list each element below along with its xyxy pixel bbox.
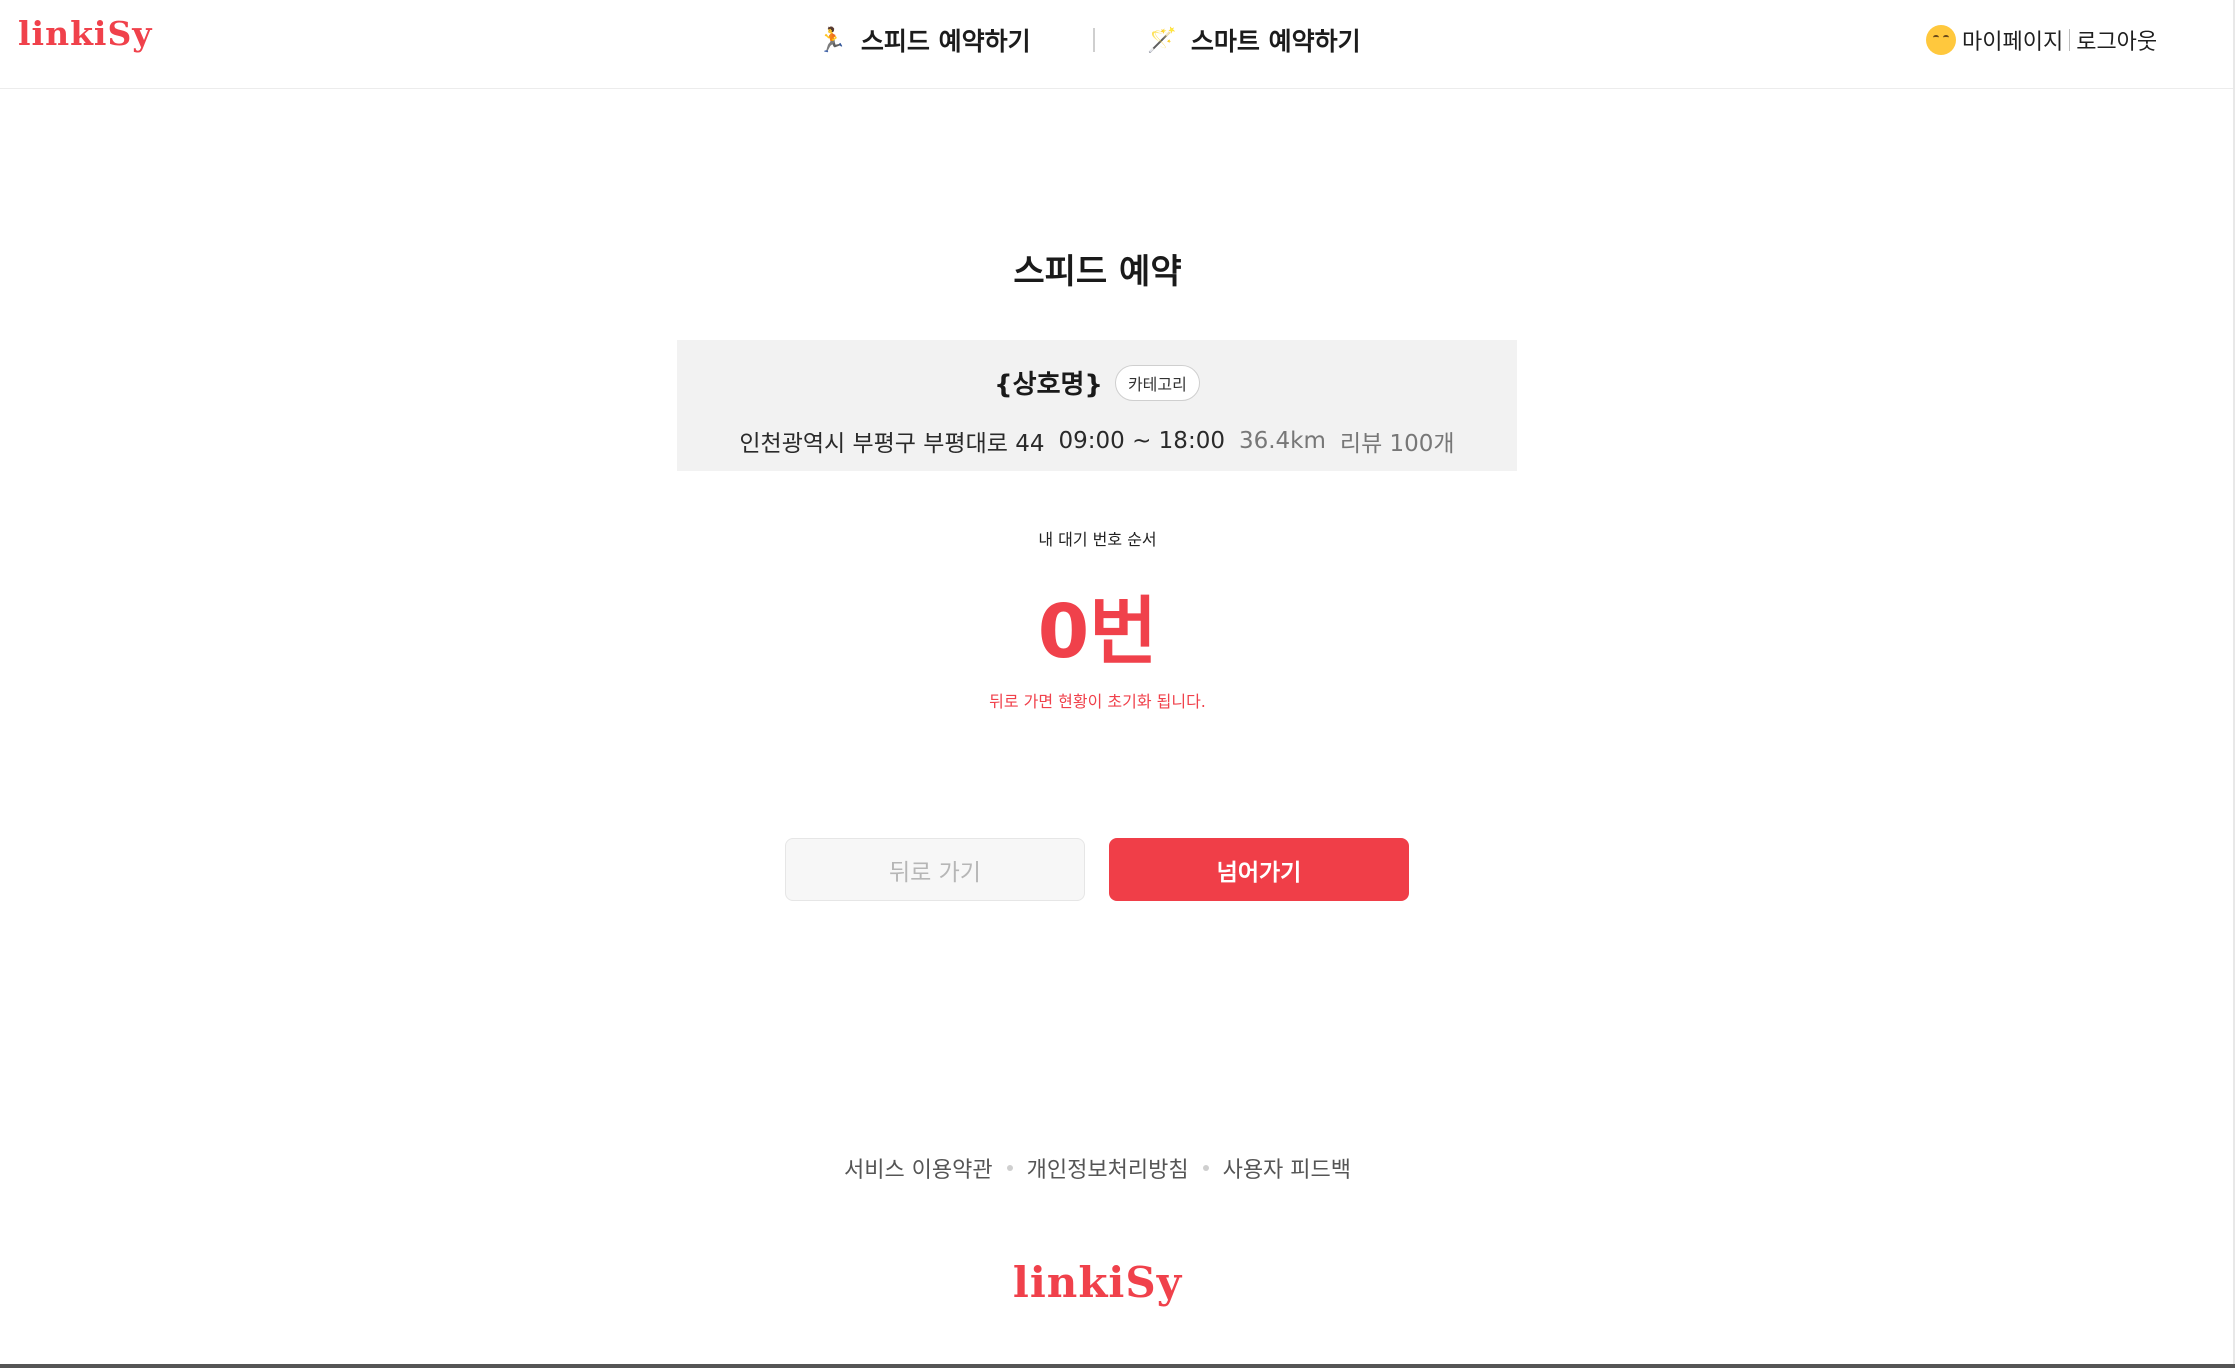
page-title: 스피드 예약 (1013, 252, 1182, 292)
store-name-row: {상호명} 카테고리 (677, 364, 1517, 401)
nav-smart-booking-label: 스마트 예약하기 (1190, 27, 1361, 56)
nav-smart-booking[interactable]: 🪄 스마트 예약하기 (1147, 22, 1361, 58)
user-menu-divider (2069, 29, 2071, 51)
running-person-icon: 🏃 (817, 26, 847, 54)
wait-order-number: 0번 (1037, 589, 1158, 675)
nav-divider (1093, 28, 1095, 52)
back-button[interactable]: 뒤로 가기 (785, 838, 1085, 901)
category-badge: 카테고리 (1114, 364, 1200, 401)
user-menu: 마이페이지 로그아웃 (1926, 22, 2157, 58)
footer-separator-dot (1006, 1165, 1013, 1171)
store-hours: 09:00 ~ 18:00 (1058, 428, 1225, 454)
hugging-face-icon (1926, 25, 1956, 55)
magic-wand-icon: 🪄 (1147, 26, 1177, 54)
logout-link[interactable]: 로그아웃 (2076, 24, 2157, 56)
footer-logo: linkiSy (1012, 1258, 1183, 1307)
next-button[interactable]: 넘어가기 (1109, 838, 1409, 901)
footer-separator-dot (1202, 1165, 1209, 1171)
brand-logo[interactable]: linkiSy (18, 14, 152, 53)
store-address: 인천광역시 부평구 부평대로 44 (739, 431, 1045, 457)
store-name: {상호명} (994, 370, 1103, 400)
store-distance: 36.4km (1238, 428, 1326, 454)
terms-of-service-link[interactable]: 서비스 이용약관 (844, 1152, 993, 1184)
bottom-border (0, 1364, 2235, 1368)
wait-order-label: 내 대기 번호 순서 (1038, 530, 1157, 549)
reset-warning-text: 뒤로 가면 현황이 초기화 됩니다. (989, 692, 1206, 711)
privacy-policy-link[interactable]: 개인정보처리방침 (1027, 1152, 1189, 1184)
footer-links: 서비스 이용약관 개인정보처리방침 사용자 피드백 (0, 1152, 2195, 1184)
store-review-count: 리뷰 100개 (1339, 431, 1455, 457)
store-details-row: 인천광역시 부평구 부평대로 44 09:00 ~ 18:00 36.4km 리… (677, 424, 1517, 458)
user-feedback-link[interactable]: 사용자 피드백 (1223, 1152, 1351, 1184)
top-header: linkiSy 🏃 스피드 예약하기 🪄 스마트 예약하기 마이페이지 로그아웃 (0, 0, 2235, 89)
nav-speed-booking[interactable]: 🏃 스피드 예약하기 (817, 22, 1031, 58)
mypage-link[interactable]: 마이페이지 (1962, 24, 2063, 56)
nav-speed-booking-label: 스피드 예약하기 (860, 27, 1031, 56)
store-info-card: {상호명} 카테고리 인천광역시 부평구 부평대로 44 09:00 ~ 18:… (677, 340, 1517, 471)
